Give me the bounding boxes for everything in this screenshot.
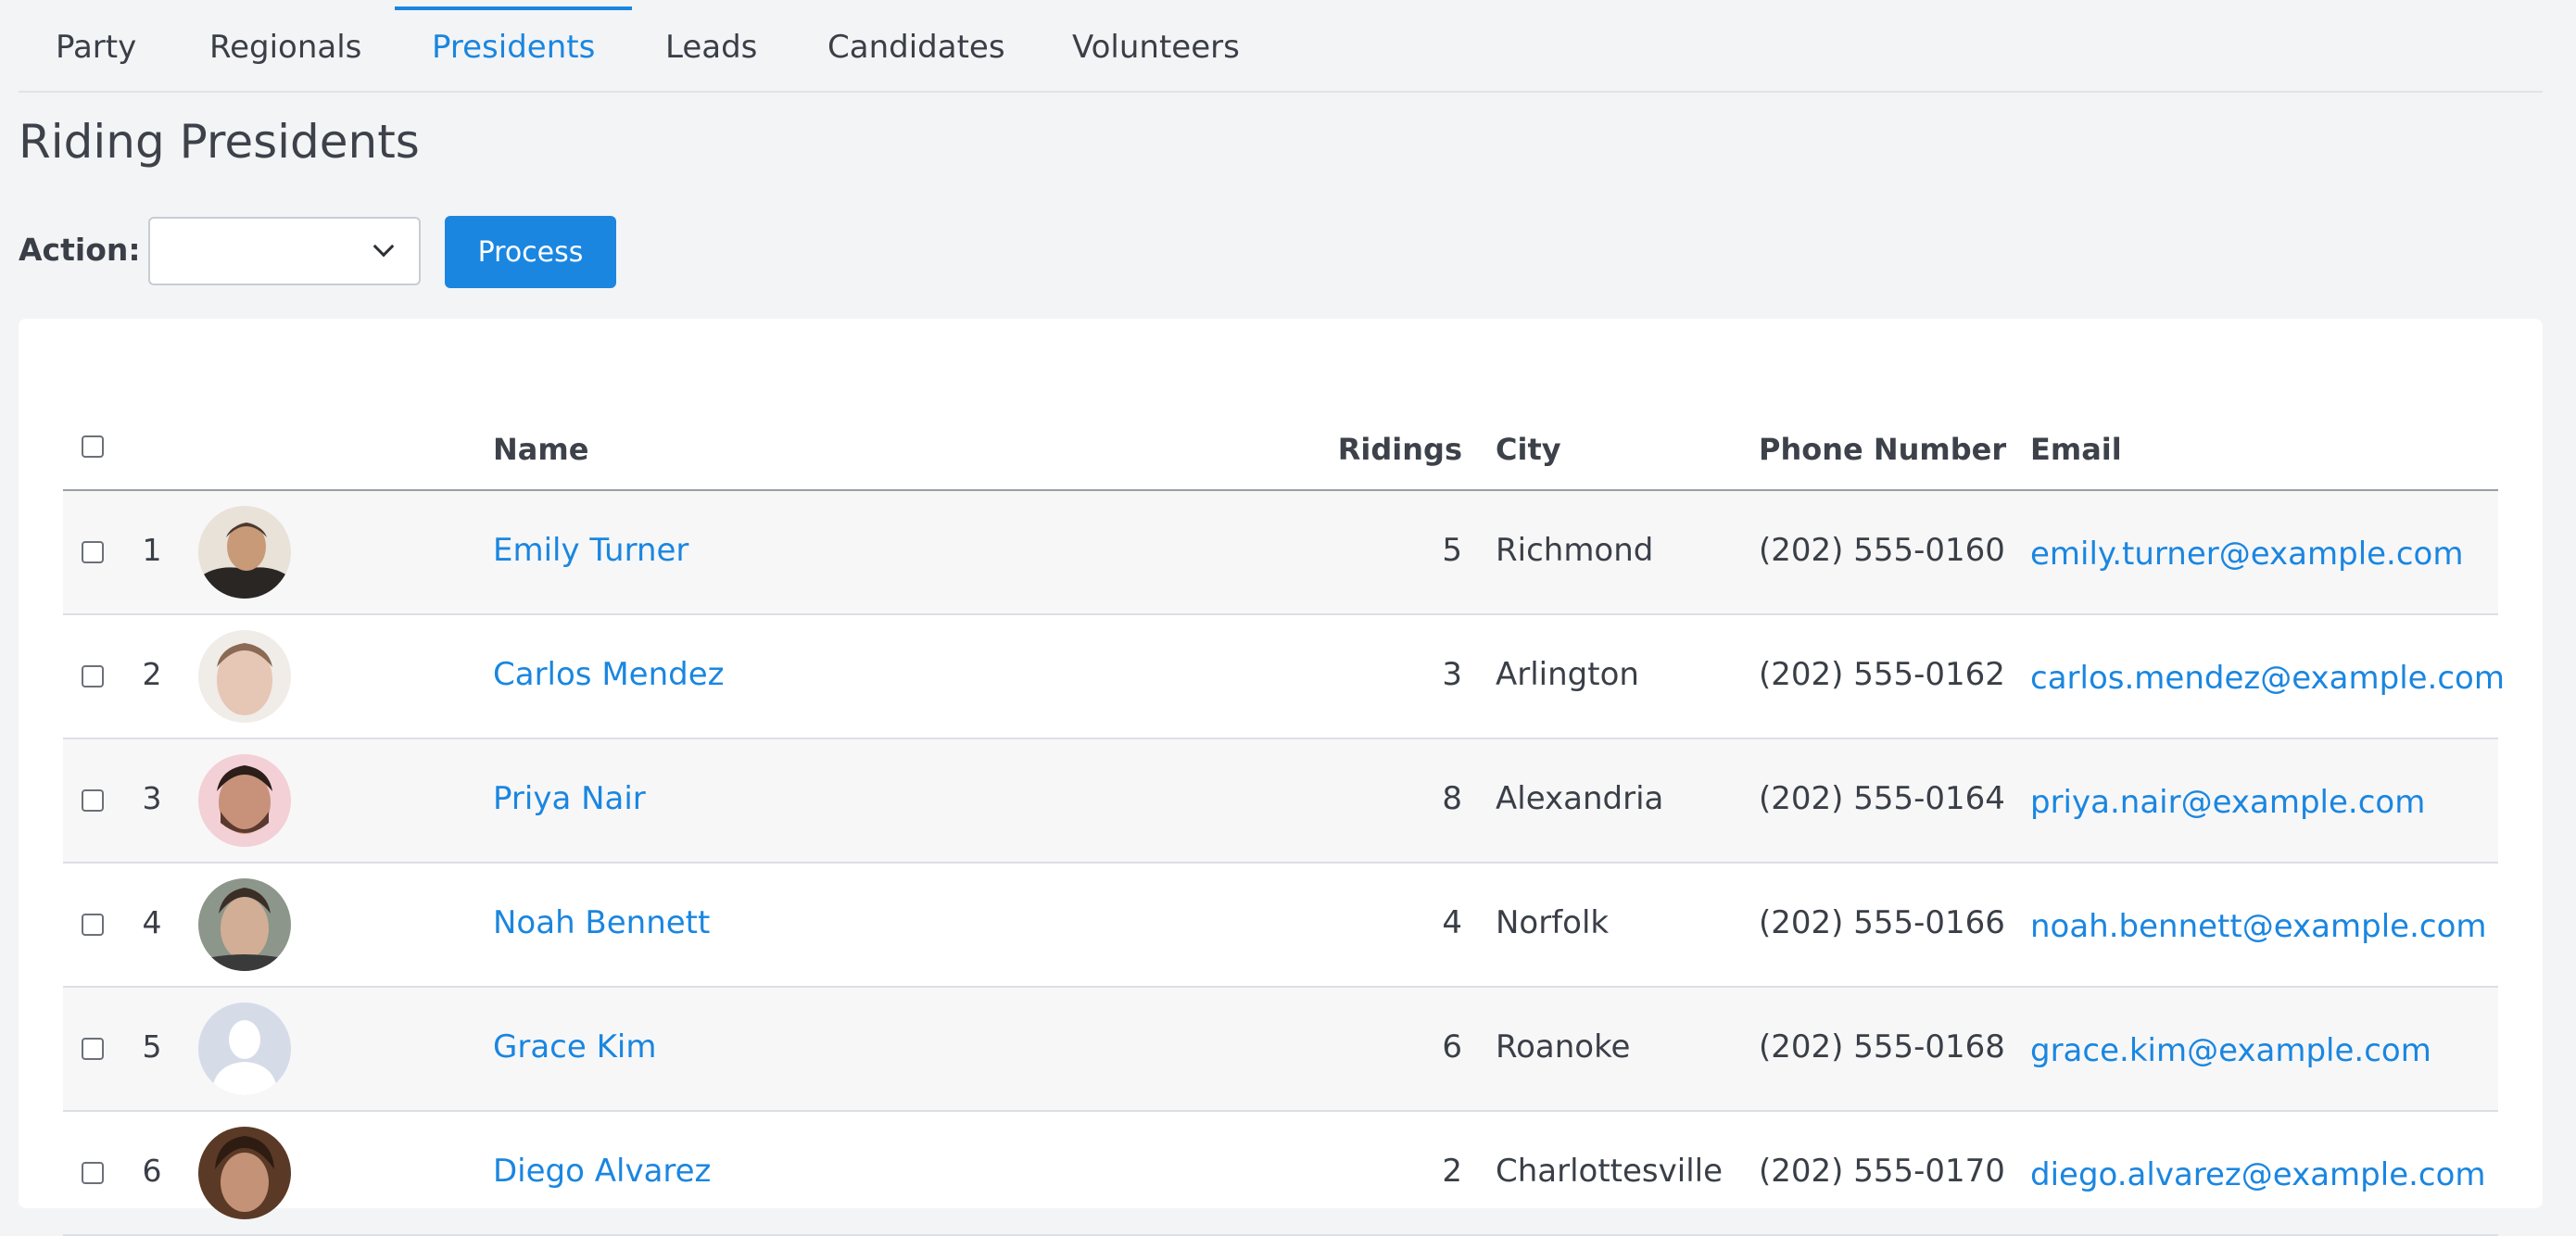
select-all-checkbox[interactable] xyxy=(82,435,104,458)
table-row: 2 Carlos Mendez 3 Arlington (202) 555-01… xyxy=(63,615,2505,739)
page-title: Riding Presidents xyxy=(19,115,420,169)
email-link[interactable]: priya.nair@example.com xyxy=(2030,784,2425,821)
tab-regionals[interactable]: Regionals xyxy=(209,0,361,91)
row-number: 1 xyxy=(142,532,162,568)
email-link[interactable]: grace.kim@example.com xyxy=(2030,1032,2431,1069)
row-checkbox[interactable] xyxy=(82,914,104,936)
phone-number: (202) 555-0168 xyxy=(1759,1028,2005,1066)
chevron-down-icon xyxy=(373,235,395,258)
avatar xyxy=(198,506,291,599)
city: Roanoke xyxy=(1496,1028,1631,1066)
tab-party[interactable]: Party xyxy=(56,0,136,91)
tab-bar: Party Regionals Presidents Leads Candida… xyxy=(19,0,2543,93)
header-ridings[interactable]: Ridings xyxy=(1338,432,1462,467)
table-header: Name Ridings City Phone Number Email xyxy=(63,411,2498,491)
header-email[interactable]: Email xyxy=(2030,432,2122,467)
presidents-table: Name Ridings City Phone Number Email 1 E… xyxy=(63,411,2505,1236)
row-checkbox[interactable] xyxy=(82,1162,104,1184)
avatar xyxy=(198,1127,291,1219)
table-row: 6 Diego Alvarez 2 Charlottesville (202) … xyxy=(63,1112,2498,1236)
table-row: 3 Priya Nair 8 Alexandria (202) 555-0164… xyxy=(63,739,2498,864)
action-label: Action: xyxy=(19,232,141,268)
table-card: Name Ridings City Phone Number Email 1 E… xyxy=(19,319,2543,1236)
president-name-link[interactable]: Priya Nair xyxy=(493,780,646,817)
phone-number: (202) 555-0170 xyxy=(1759,1153,2005,1190)
president-name-link[interactable]: Noah Bennett xyxy=(493,904,710,941)
ridings-count: 4 xyxy=(1442,904,1462,941)
ridings-count: 8 xyxy=(1442,780,1462,817)
header-phone[interactable]: Phone Number xyxy=(1759,432,2006,467)
city: Norfolk xyxy=(1496,904,1610,941)
tab-volunteers[interactable]: Volunteers xyxy=(1072,0,1240,91)
action-select[interactable] xyxy=(148,217,421,285)
row-number: 5 xyxy=(142,1028,162,1065)
tab-candidates[interactable]: Candidates xyxy=(827,0,1005,91)
row-checkbox[interactable] xyxy=(82,789,104,812)
tab-leads[interactable]: Leads xyxy=(665,0,757,91)
avatar xyxy=(198,878,291,971)
phone-number: (202) 555-0166 xyxy=(1759,904,2005,941)
header-name[interactable]: Name xyxy=(493,432,588,467)
city: Arlington xyxy=(1496,656,1639,693)
president-name-link[interactable]: Diego Alvarez xyxy=(493,1153,711,1190)
email-link[interactable]: emily.turner@example.com xyxy=(2030,536,2463,573)
row-number: 2 xyxy=(142,656,162,692)
email-link[interactable]: noah.bennett@example.com xyxy=(2030,908,2487,945)
ridings-count: 3 xyxy=(1442,656,1462,693)
row-checkbox[interactable] xyxy=(82,1038,104,1060)
avatar xyxy=(198,1003,291,1095)
row-checkbox[interactable] xyxy=(82,541,104,563)
row-number: 3 xyxy=(142,780,162,816)
ridings-count: 2 xyxy=(1442,1153,1462,1190)
email-link[interactable]: diego.alvarez@example.com xyxy=(2030,1156,2486,1193)
city: Charlottesville xyxy=(1496,1153,1724,1190)
process-button[interactable]: Process xyxy=(445,216,616,288)
header-city[interactable]: City xyxy=(1496,432,1561,467)
table-row: 4 Noah Bennett 4 Norfolk (202) 555-0166 … xyxy=(63,864,2498,988)
row-number: 6 xyxy=(142,1153,162,1189)
avatar xyxy=(198,630,291,723)
president-name-link[interactable]: Carlos Mendez xyxy=(493,656,724,693)
phone-number: (202) 555-0164 xyxy=(1759,780,2005,817)
president-name-link[interactable]: Emily Turner xyxy=(493,532,688,569)
phone-number: (202) 555-0162 xyxy=(1759,656,2005,693)
tab-presidents[interactable]: Presidents xyxy=(394,0,633,91)
phone-number: (202) 555-0160 xyxy=(1759,532,2005,569)
avatar xyxy=(198,754,291,847)
row-checkbox[interactable] xyxy=(82,665,104,687)
table-row: 1 Emily Turner 5 Richmond (202) 555-0160… xyxy=(63,491,2498,615)
table-row: 5 Grace Kim 6 Roanoke (202) 555-0168 gra… xyxy=(63,988,2498,1112)
ridings-count: 6 xyxy=(1442,1028,1462,1066)
email-link[interactable]: carlos.mendez@example.com xyxy=(2030,660,2505,697)
president-name-link[interactable]: Grace Kim xyxy=(493,1028,656,1066)
ridings-count: 5 xyxy=(1442,532,1462,569)
city: Richmond xyxy=(1496,532,1654,569)
city: Alexandria xyxy=(1496,780,1664,817)
row-number: 4 xyxy=(142,904,162,940)
